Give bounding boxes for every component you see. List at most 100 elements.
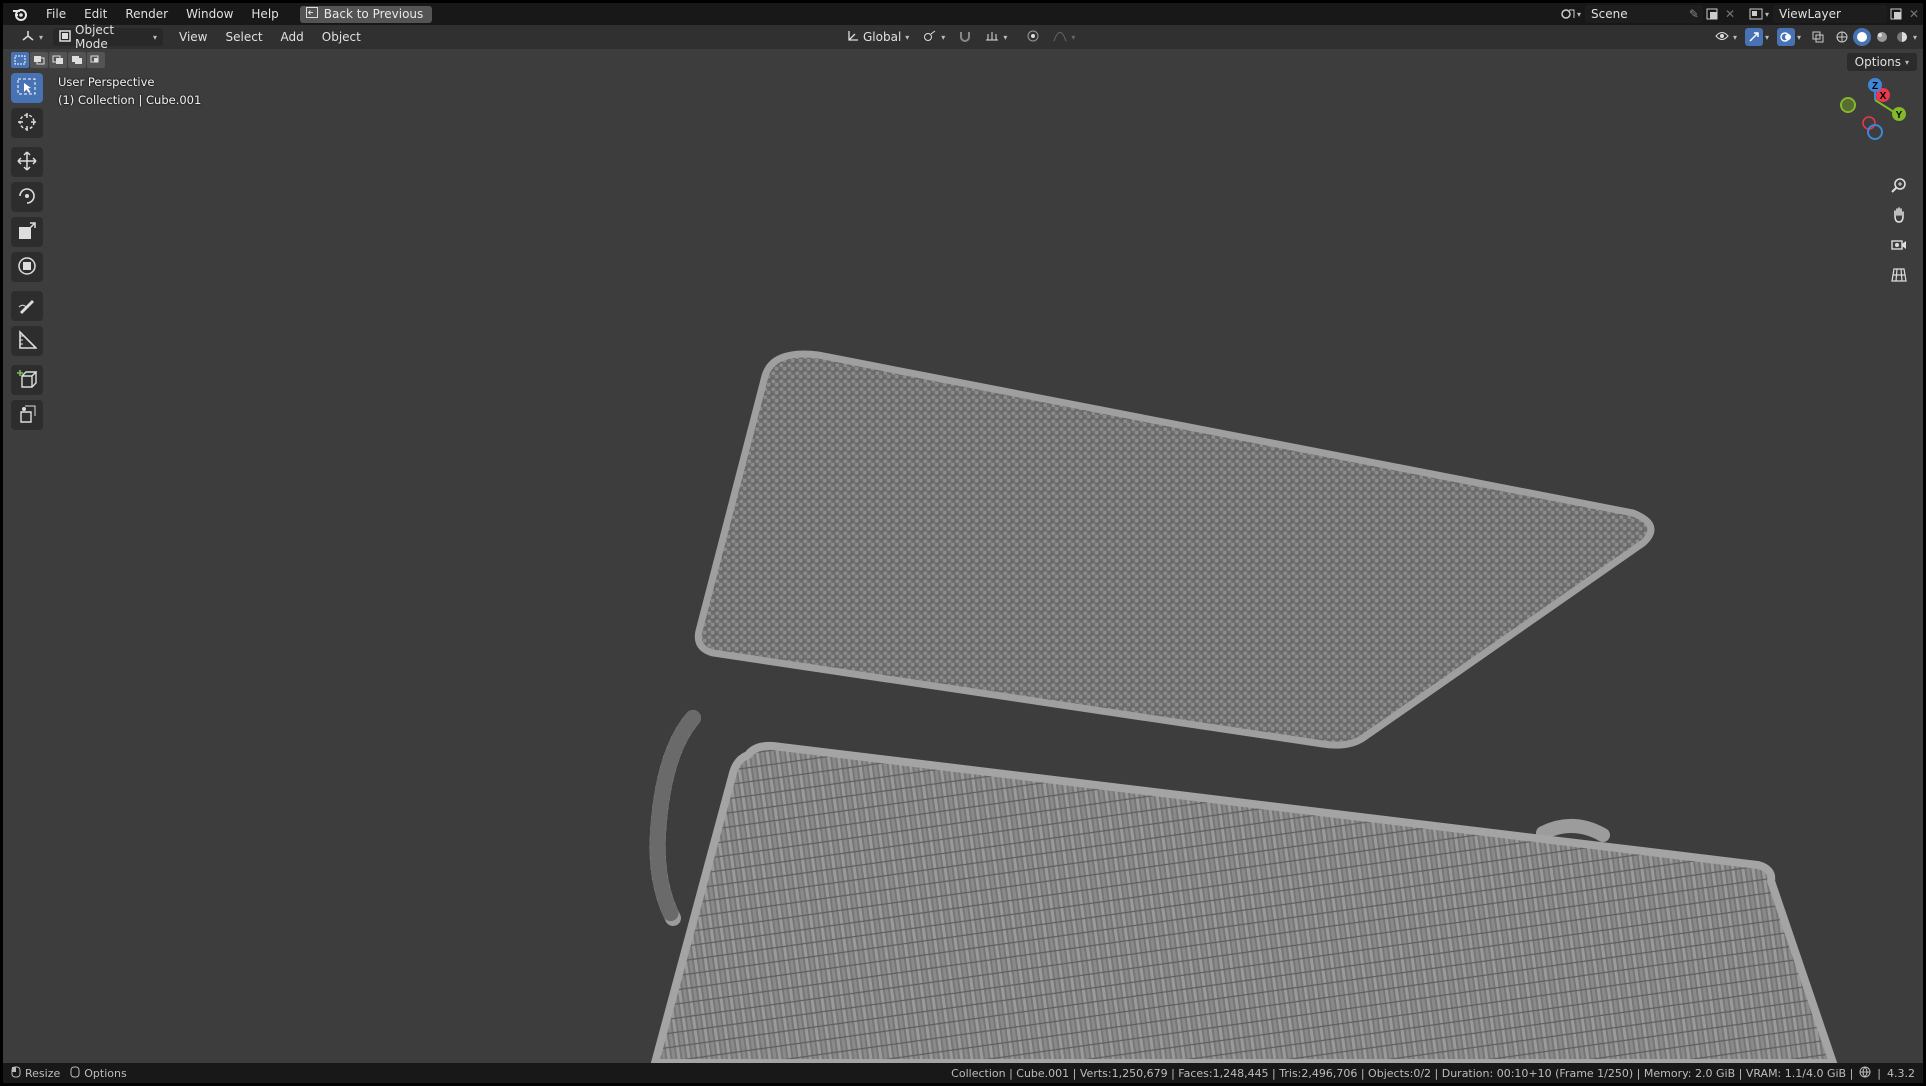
select-intersect-icon[interactable] [87,52,105,68]
chevron-down-icon[interactable]: ▾ [1797,33,1801,42]
object-mode-icon [59,29,71,45]
orientation-dropdown[interactable]: Global ▾ [841,28,915,46]
add-cube-icon [17,369,38,392]
annotate-tool[interactable] [11,291,43,321]
scale-tool[interactable] [11,217,43,247]
remove-scene-icon[interactable]: ✕ [1721,5,1739,23]
perspective-label: User Perspective [58,75,155,89]
transform-controls: Global ▾ ▾ ▾ ▾ [841,28,1081,46]
new-scene-icon[interactable] [1703,5,1721,23]
topbar-right: ▾ Scene ✎ ✕ ▾ ViewLayer ✕ [1559,3,1923,25]
extrude-icon [17,404,37,427]
gizmo-z-label: Z [1872,81,1878,92]
visibility-dropdown[interactable]: ▾ [1709,28,1743,46]
blender-logo-icon[interactable] [3,3,37,25]
material-shading-icon[interactable] [1873,28,1891,46]
measure-tool[interactable] [11,326,43,356]
gizmo-x-label: X [1880,91,1887,102]
gizmo-toggle-icon[interactable] [1744,28,1763,46]
menu-object[interactable]: Object [316,28,367,46]
basket-body [649,741,1839,1067]
select-set-icon[interactable] [11,52,29,68]
grid-view-icon[interactable] [1887,263,1911,287]
top-menu-bar: File Edit Render Window Help Back to Pre… [3,3,1923,25]
chevron-down-icon: ▾ [1071,32,1076,42]
add-cube-tool[interactable] [11,365,43,395]
snap-toggle[interactable] [953,28,977,46]
rotate-tool[interactable] [11,182,43,212]
mode-dropdown[interactable]: Object Mode ▾ [53,23,164,51]
back-to-previous-label: Back to Previous [323,7,424,21]
menu-view[interactable]: View [173,28,213,46]
transform-tool[interactable] [11,252,43,282]
new-view-layer-icon[interactable] [1887,5,1905,23]
menu-render[interactable]: Render [116,3,177,25]
chevron-down-icon[interactable]: ▾ [1765,10,1769,19]
chevron-down-icon[interactable]: ▾ [1913,33,1917,42]
chevron-down-icon[interactable]: ▾ [1765,33,1769,42]
menu-select[interactable]: Select [220,28,269,46]
select-box-tool[interactable] [11,73,43,103]
falloff-dropdown[interactable]: ▾ [1047,28,1081,46]
eye-icon [1715,30,1729,45]
pin-icon[interactable]: ✎ [1689,7,1703,21]
solid-shading-icon[interactable] [1852,28,1871,46]
zoom-icon[interactable] [1887,173,1911,197]
options-dropdown[interactable]: Options ▾ [1846,53,1917,71]
snap-target-dropdown[interactable]: ▾ [979,28,1013,46]
menu-file[interactable]: File [37,3,75,25]
select-invert-icon[interactable] [68,52,86,68]
scene-type-icon[interactable] [1559,5,1577,23]
chevron-down-icon: ▾ [941,32,946,42]
options-label: Options [1854,55,1901,69]
overlay-toggle-icon[interactable] [1776,28,1795,46]
chevron-down-icon: ▾ [1003,32,1008,42]
pan-hand-icon[interactable] [1887,203,1911,227]
remove-view-layer-icon[interactable]: ✕ [1905,5,1923,23]
menu-add[interactable]: Add [275,28,310,46]
chevron-down-icon: ▾ [39,32,44,42]
view-layer-selector[interactable]: ViewLayer [1773,5,1887,23]
move-icon [17,150,37,174]
xray-toggle-icon[interactable] [1809,28,1827,46]
menu-window[interactable]: Window [177,3,242,25]
move-tool[interactable] [11,147,43,177]
select-extend-icon[interactable] [30,52,48,68]
proportional-edit-icon [1027,30,1039,45]
menu-edit[interactable]: Edit [75,3,116,25]
basket-lid [694,350,1655,749]
selection-mode-bar [11,52,105,68]
scene-name: Scene [1590,7,1628,21]
menu-help[interactable]: Help [242,3,287,25]
rendered-shading-icon[interactable] [1893,28,1911,46]
gizmo-z-negative [1867,124,1883,140]
network-globe-icon [1859,1066,1871,1081]
scene-selector[interactable]: Scene ✎ [1584,5,1703,23]
camera-icon[interactable] [1887,233,1911,257]
cursor-tool[interactable] [11,108,43,138]
back-to-previous-button[interactable]: Back to Previous [299,5,433,23]
chevron-down-icon[interactable]: ▾ [1577,10,1581,19]
viewport-scene[interactable] [3,3,1923,1083]
3d-viewport-icon [21,30,35,45]
chevron-down-icon: ▾ [905,32,910,42]
pivot-icon [923,30,937,45]
proportional-edit-toggle[interactable] [1021,28,1045,46]
chevron-down-icon: ▾ [1732,32,1737,42]
falloff-icon [1053,30,1067,45]
extrude-tool[interactable] [11,400,43,430]
wireframe-shading-icon[interactable] [1833,28,1851,46]
scene-statistics: Collection | Cube.001 | Verts:1,250,679 … [951,1063,1915,1083]
view-layer-icon[interactable] [1747,5,1765,23]
version-label: 4.3.2 [1887,1066,1915,1080]
magnet-icon [959,30,971,45]
cursor-icon [17,112,37,135]
basket-handle-right [1536,818,1610,842]
resize-hint: Resize [25,1066,61,1080]
pivot-point-dropdown[interactable]: ▾ [917,28,951,46]
shading-controls: ▾ ▾ ▾ ▾ [1709,28,1917,46]
mouse-right-icon [70,1066,80,1081]
navigation-gizmo[interactable]: X Y Z [1835,78,1915,168]
select-subtract-icon[interactable] [49,52,67,68]
editor-type-button[interactable]: ▾ [15,28,49,46]
